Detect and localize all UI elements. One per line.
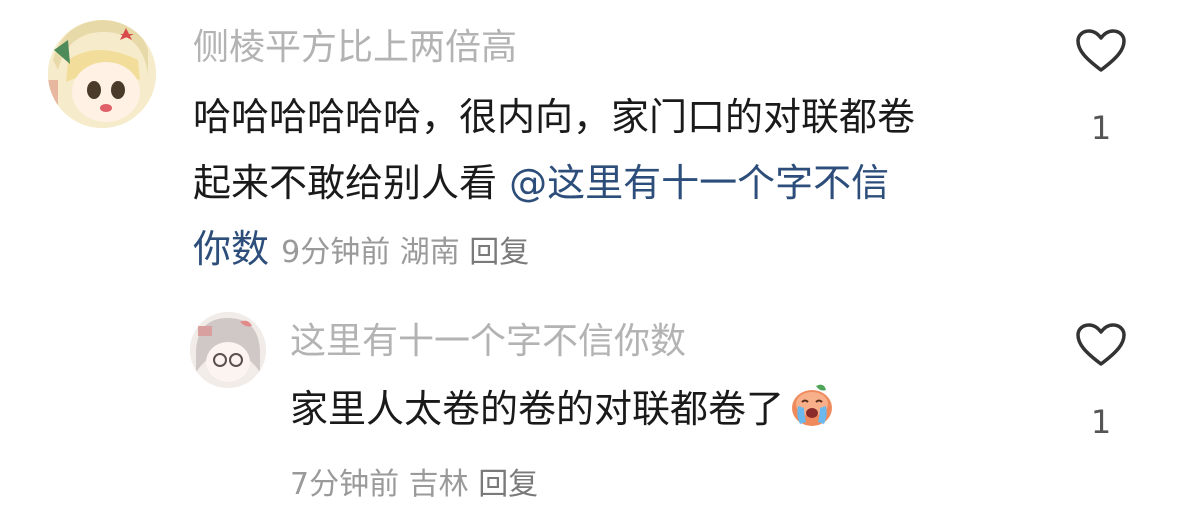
avatar[interactable] — [48, 20, 156, 128]
mention-link-continued[interactable]: 你数 — [193, 227, 269, 271]
crying-face-icon — [788, 382, 838, 448]
mention-link[interactable]: @这里有十一个字不信 — [509, 161, 889, 205]
like-button[interactable]: 1 — [1071, 28, 1131, 148]
like-button[interactable]: 1 — [1071, 322, 1131, 442]
reply-text: 家里人太卷的卷的对联都卷了 — [290, 387, 785, 431]
heart-outline-icon — [1076, 323, 1126, 366]
comment-body: 哈哈哈哈哈哈，很内向，家门口的对联都卷 起来不敢给别人看 @这里有十一个字不信 … — [193, 84, 915, 282]
comment-location: 湖南 — [399, 235, 460, 270]
reply-username[interactable]: 这里有十一个字不信你数 — [290, 320, 686, 364]
reply-time: 7分钟前 — [290, 467, 400, 502]
comment-meta: 9分钟前 湖南 回复 — [281, 235, 529, 270]
like-count: 1 — [1090, 403, 1112, 441]
reply-meta: 7分钟前 吉林 回复 — [290, 467, 538, 502]
comment-item: 侧棱平方比上两倍高 哈哈哈哈哈哈，很内向，家门口的对联都卷 起来不敢给别人看 @… — [0, 0, 1179, 290]
comment-text-line-3: 你数 9分钟前 湖南 回复 — [193, 216, 915, 282]
reply-item: 这里有十一个字不信你数 家里人太卷的卷的对联都卷了 7分钟前 吉林 回复 1 — [0, 290, 1179, 516]
reply-text-line: 家里人太卷的卷的对联都卷了 — [290, 376, 838, 442]
anime-avatar-icon — [190, 312, 266, 388]
comment-text-line-2: 起来不敢给别人看 @这里有十一个字不信 — [193, 150, 915, 216]
reply-button[interactable]: 回复 — [478, 467, 538, 502]
anime-avatar-icon — [48, 20, 156, 128]
comment-text: 起来不敢给别人看 — [193, 161, 510, 205]
heart-outline-icon — [1076, 29, 1126, 72]
comment-text-line: 哈哈哈哈哈哈，很内向，家门口的对联都卷 — [193, 95, 916, 139]
comment-time: 9分钟前 — [281, 235, 391, 270]
reply-location: 吉林 — [408, 467, 469, 502]
reply-button[interactable]: 回复 — [469, 235, 529, 270]
reply-body: 家里人太卷的卷的对联都卷了 7分钟前 吉林 回复 — [290, 376, 838, 514]
comment-username[interactable]: 侧棱平方比上两倍高 — [193, 26, 517, 70]
avatar[interactable] — [190, 312, 266, 388]
like-count: 1 — [1090, 109, 1112, 147]
reply-meta-line: 7分钟前 吉林 回复 — [290, 448, 838, 514]
